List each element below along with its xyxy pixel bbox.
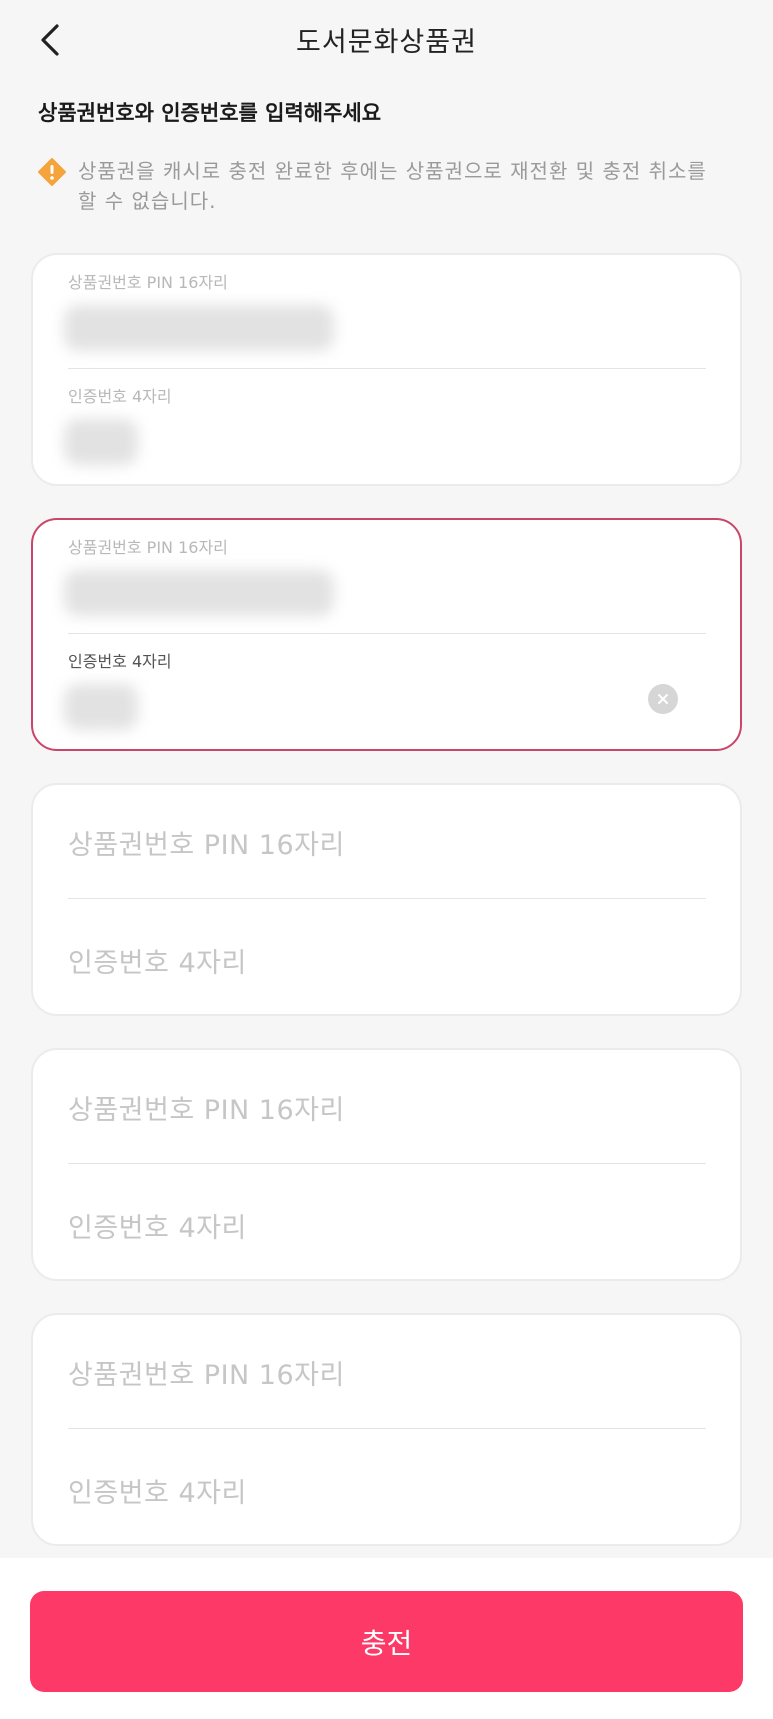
auth-value-redacted <box>64 684 138 730</box>
auth-placeholder: 인증번호 4자리 <box>68 1213 247 1244</box>
auth-field[interactable]: 인증번호 4자리 <box>68 899 706 1013</box>
voucher-card-3: 상품권번호 PIN 16자리 인증번호 4자리 <box>31 783 742 1016</box>
pin-value-redacted <box>64 305 334 351</box>
pin-field[interactable]: 상품권번호 PIN 16자리 <box>64 520 706 634</box>
warning-icon <box>38 158 66 186</box>
notice-line-1: 상품권을 캐시로 충전 완료한 후에는 상품권으로 재전환 및 충전 취소를 <box>78 159 707 183</box>
voucher-card-2: 상품권번호 PIN 16자리 인증번호 4자리 <box>31 518 742 751</box>
auth-placeholder: 인증번호 4자리 <box>68 1478 247 1509</box>
auth-placeholder: 인증번호 4자리 <box>68 948 247 979</box>
pin-field[interactable]: 상품권번호 PIN 16자리 <box>68 785 706 899</box>
charge-button[interactable]: 충전 <box>30 1591 743 1692</box>
header: 도서문화상품권 <box>0 0 773 82</box>
pin-field[interactable]: 상품권번호 PIN 16자리 <box>68 1315 706 1429</box>
auth-value-redacted <box>64 419 138 465</box>
notice-line-2: 할 수 없습니다. <box>78 189 217 213</box>
auth-field[interactable]: 인증번호 4자리 <box>68 1164 706 1278</box>
auth-field[interactable]: 인증번호 4자리 <box>64 634 706 748</box>
notice: 상품권을 캐시로 충전 완료한 후에는 상품권으로 재전환 및 충전 취소를 할… <box>38 156 738 216</box>
page-title: 도서문화상품권 <box>296 27 477 58</box>
voucher-card-1: 상품권번호 PIN 16자리 인증번호 4자리 <box>31 253 742 486</box>
auth-label: 인증번호 4자리 <box>68 387 172 406</box>
pin-placeholder: 상품권번호 PIN 16자리 <box>68 830 345 861</box>
pin-field[interactable]: 상품권번호 PIN 16자리 <box>64 255 706 369</box>
auth-field[interactable]: 인증번호 4자리 <box>64 369 706 483</box>
pin-placeholder: 상품권번호 PIN 16자리 <box>68 1095 345 1126</box>
pin-placeholder: 상품권번호 PIN 16자리 <box>68 1360 345 1391</box>
auth-field[interactable]: 인증번호 4자리 <box>68 1429 706 1543</box>
pin-value-redacted <box>64 570 334 616</box>
voucher-card-5: 상품권번호 PIN 16자리 인증번호 4자리 <box>31 1313 742 1546</box>
instruction-text: 상품권번호와 인증번호를 입력해주세요 <box>38 101 382 125</box>
pin-label: 상품권번호 PIN 16자리 <box>68 538 228 557</box>
bottom-bar: 충전 <box>0 1558 773 1719</box>
pin-field[interactable]: 상품권번호 PIN 16자리 <box>68 1050 706 1164</box>
clear-icon <box>658 694 668 704</box>
pin-label: 상품권번호 PIN 16자리 <box>68 273 228 292</box>
clear-button[interactable] <box>648 684 678 714</box>
notice-text: 상품권을 캐시로 충전 완료한 후에는 상품권으로 재전환 및 충전 취소를 할… <box>78 156 707 216</box>
auth-label: 인증번호 4자리 <box>68 652 172 671</box>
voucher-card-4: 상품권번호 PIN 16자리 인증번호 4자리 <box>31 1048 742 1281</box>
